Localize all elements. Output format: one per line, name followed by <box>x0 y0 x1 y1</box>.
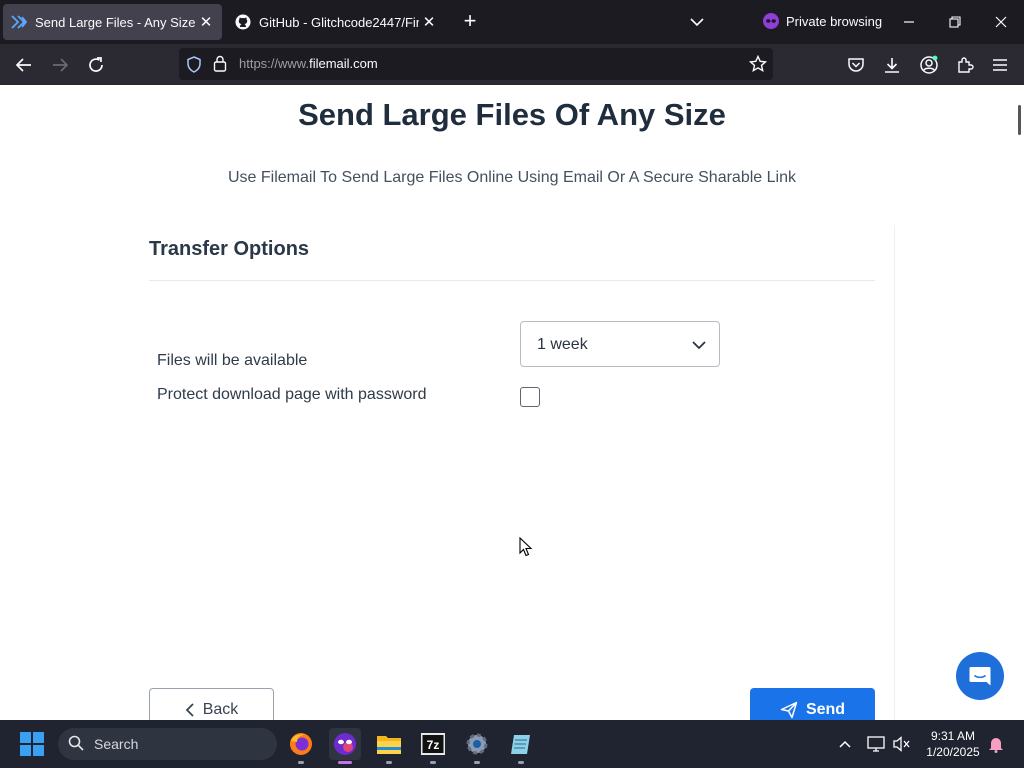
private-mask-icon <box>763 13 779 29</box>
browser-nav-bar: https://www.filemail.com <box>0 44 1024 85</box>
private-browsing-indicator: Private browsing <box>763 13 882 29</box>
close-tab-icon[interactable]: ✕ <box>419 13 439 31</box>
tab-github[interactable]: GitHub - Glitchcode2447/Firefox ✕ <box>227 4 445 40</box>
private-browsing-label: Private browsing <box>786 13 883 29</box>
volume-muted-icon[interactable] <box>892 734 912 754</box>
reload-icon[interactable] <box>83 52 109 78</box>
forward-arrow-icon[interactable] <box>47 52 73 78</box>
send-button[interactable]: Send <box>750 688 875 720</box>
downloads-icon[interactable] <box>879 52 905 78</box>
notification-bell-icon[interactable] <box>986 734 1006 754</box>
back-button-label: Back <box>202 701 239 718</box>
filemail-icon <box>11 14 27 30</box>
back-arrow-icon[interactable] <box>11 52 37 78</box>
minimize-button[interactable] <box>894 8 924 36</box>
taskbar: Search 7z 9:31 AM 1/20/2025 <box>0 720 1024 768</box>
file-explorer-icon[interactable] <box>373 728 405 764</box>
page-title: Send Large Files Of Any Size <box>298 97 726 132</box>
account-icon[interactable] <box>916 52 942 78</box>
chevron-left-icon <box>185 703 194 717</box>
chevron-down-icon[interactable] <box>686 12 708 32</box>
search-placeholder: Search <box>94 736 139 752</box>
new-tab-button[interactable]: + <box>458 10 482 34</box>
firefox-private-icon[interactable] <box>329 728 361 764</box>
firefox-icon[interactable] <box>285 728 317 764</box>
back-button[interactable]: Back <box>149 688 274 720</box>
clock-time: 9:31 AM <box>930 729 976 743</box>
chat-launcher-button[interactable] <box>956 652 1004 700</box>
paper-plane-icon <box>780 701 798 719</box>
7zip-icon[interactable]: 7z <box>417 728 449 764</box>
tab-title: GitHub - Glitchcode2447/Firefox <box>259 14 419 30</box>
close-window-button[interactable] <box>986 8 1016 36</box>
shield-icon[interactable] <box>186 56 202 78</box>
bookmark-star-icon[interactable] <box>748 54 768 78</box>
lock-icon[interactable] <box>213 55 227 77</box>
restore-button[interactable] <box>940 8 970 36</box>
svg-text:7z: 7z <box>427 738 440 752</box>
github-icon <box>235 14 251 30</box>
taskbar-search[interactable]: Search <box>58 728 277 760</box>
network-icon[interactable] <box>866 734 886 754</box>
windows-start-icon[interactable] <box>20 732 44 756</box>
page-subtitle: Use Filemail To Send Large Files Online … <box>228 169 796 186</box>
availability-value: 1 week <box>537 336 588 353</box>
browser-tab-bar: Send Large Files - Any Size - Upload ✕ G… <box>0 0 1024 44</box>
notepad-icon[interactable] <box>505 728 537 764</box>
chevron-up-icon[interactable] <box>835 734 855 754</box>
panel-divider <box>894 225 895 720</box>
close-tab-icon[interactable]: ✕ <box>196 13 216 31</box>
system-clock[interactable]: 9:31 AM 1/20/2025 <box>918 728 988 760</box>
send-button-label: Send <box>805 701 846 718</box>
page-content: Send Large Files Of Any Size Use Filemai… <box>0 85 1024 720</box>
password-checkbox[interactable] <box>520 387 540 407</box>
pocket-icon[interactable] <box>843 52 869 78</box>
extensions-icon[interactable] <box>952 52 978 78</box>
url-text[interactable]: https://www.filemail.com <box>239 56 378 71</box>
tab-title: Send Large Files - Any Size - Upload <box>35 14 196 30</box>
availability-select[interactable]: 1 week <box>520 321 720 367</box>
mouse-cursor-icon <box>519 536 533 562</box>
password-label: Protect download page with password <box>157 386 427 403</box>
section-divider <box>149 280 875 281</box>
url-bar[interactable]: https://www.filemail.com <box>179 48 773 80</box>
clock-date: 1/20/2025 <box>926 745 980 759</box>
tab-filemail[interactable]: Send Large Files - Any Size - Upload ✕ <box>3 4 222 40</box>
settings-icon[interactable] <box>461 728 493 764</box>
availability-label: Files will be available <box>157 352 308 369</box>
section-title: Transfer Options <box>149 238 310 260</box>
menu-icon[interactable] <box>987 52 1013 78</box>
search-icon <box>68 735 84 754</box>
chevron-down-icon <box>691 338 707 356</box>
chat-icon <box>969 667 991 686</box>
